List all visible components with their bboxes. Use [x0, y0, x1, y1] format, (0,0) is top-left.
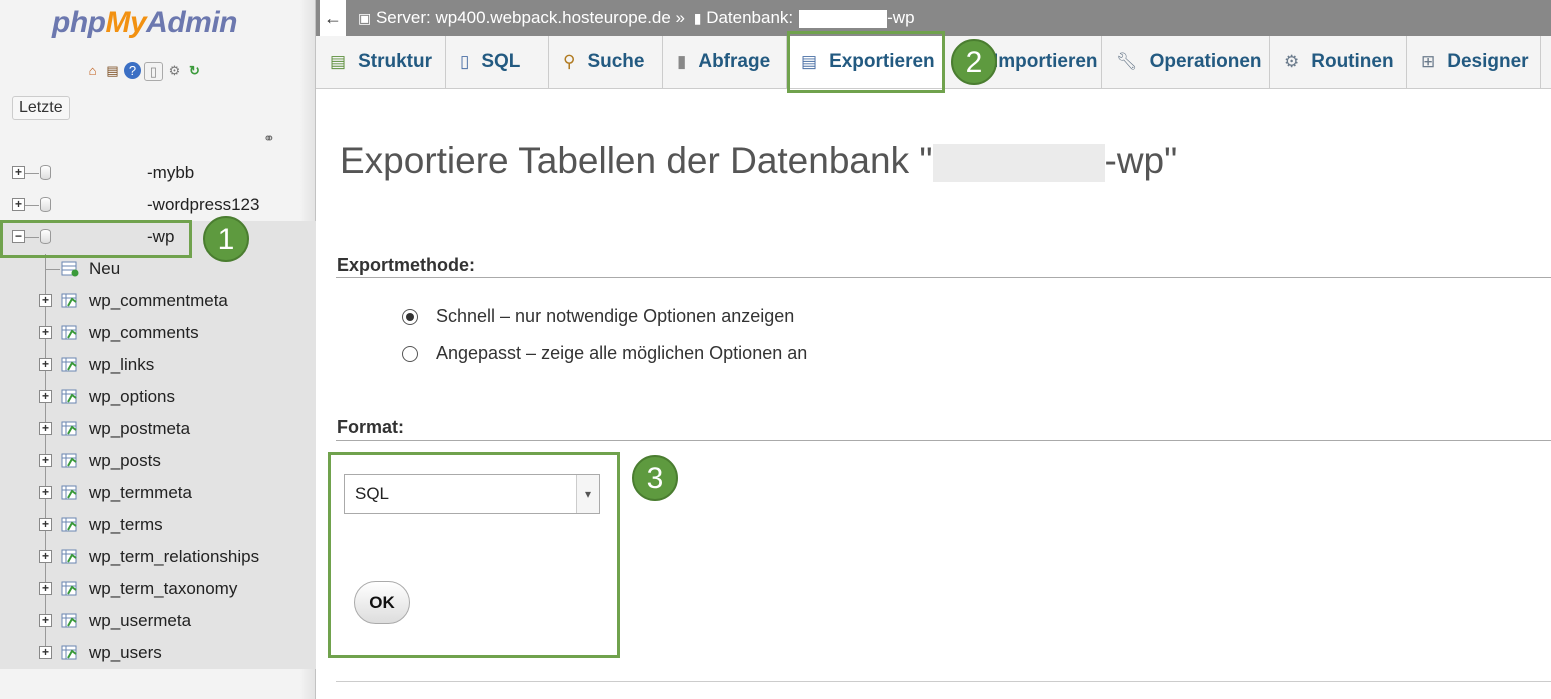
back-arrow-icon[interactable]: ←: [320, 0, 346, 36]
format-heading: Format:: [337, 417, 404, 437]
breadcrumb-db-suffix[interactable]: -wp: [887, 8, 914, 27]
logout-icon[interactable]: ▤: [104, 62, 121, 79]
tab-sql[interactable]: ▯ SQL: [446, 36, 549, 88]
tab-designer[interactable]: ⊞ Designer: [1407, 36, 1541, 88]
export-method-quick[interactable]: Schnell – nur notwendige Optionen anzeig…: [402, 306, 794, 327]
table-item[interactable]: + wp_comments: [0, 317, 316, 349]
table-item[interactable]: + wp_posts: [0, 445, 316, 477]
expand-icon[interactable]: +: [39, 422, 52, 435]
expand-icon[interactable]: +: [39, 550, 52, 563]
database-item-wordpress123[interactable]: + -wordpress123: [0, 189, 316, 221]
phpmyadmin-logo[interactable]: phpMyAdmin: [52, 6, 237, 40]
settings-gear-icon[interactable]: ⚙: [166, 62, 183, 79]
help-icon[interactable]: ?: [124, 62, 141, 79]
table-item[interactable]: + wp_postmeta: [0, 413, 316, 445]
designer-icon: ⊞: [1421, 52, 1436, 71]
table-item[interactable]: + wp_users: [0, 637, 316, 669]
expand-icon[interactable]: +: [39, 390, 52, 403]
expand-icon[interactable]: +: [39, 358, 52, 371]
table-icon: [61, 549, 77, 564]
export-method-custom[interactable]: Angepasst – zeige alle möglichen Optione…: [402, 343, 807, 364]
database-icon: ▮: [693, 10, 702, 26]
tab-routinen[interactable]: ⚙ Routinen: [1270, 36, 1407, 88]
breadcrumb-database[interactable]: Datenbank:: [706, 8, 793, 27]
tab-struktur[interactable]: ▤ Struktur: [316, 36, 446, 88]
step-badge-1: 1: [203, 216, 249, 262]
expand-icon[interactable]: +: [39, 614, 52, 627]
table-icon: [61, 325, 77, 340]
table-icon: [61, 421, 77, 436]
server-icon: ▣: [358, 10, 372, 26]
query-icon: ▮: [677, 52, 687, 71]
table-item[interactable]: + wp_options: [0, 381, 316, 413]
step-badge-2: 2: [951, 39, 997, 85]
recent-tables-button[interactable]: Letzte: [12, 96, 70, 120]
divider: [336, 681, 1551, 682]
table-icon: [61, 453, 77, 468]
navigation-sidebar: phpMyAdmin ⌂ ▤ ? ▯ ⚙ ↻ Letzte ⚭ + -mybb …: [0, 0, 316, 699]
expand-icon[interactable]: +: [12, 166, 25, 179]
database-item-mybb[interactable]: + -mybb: [0, 157, 316, 189]
table-item[interactable]: + wp_links: [0, 349, 316, 381]
table-item[interactable]: + wp_usermeta: [0, 605, 316, 637]
page-title: Exportiere Tabellen der Datenbank " -wp": [340, 140, 1178, 183]
redacted-name: [58, 196, 146, 214]
structure-icon: ▤: [330, 52, 347, 71]
tab-operationen[interactable]: 🔧︎ Operationen: [1102, 36, 1270, 88]
tab-abfrage[interactable]: ▮ Abfrage: [663, 36, 787, 88]
radio-quick[interactable]: [402, 308, 418, 325]
highlight-database-wp: [0, 220, 192, 258]
table-icon: [61, 645, 77, 660]
table-item[interactable]: + wp_term_relationships: [0, 541, 316, 573]
expand-icon[interactable]: +: [39, 582, 52, 595]
table-item[interactable]: + wp_termmeta: [0, 477, 316, 509]
table-icon: [61, 581, 77, 596]
docs-icon[interactable]: ▯: [144, 62, 163, 81]
sql-icon: ▯: [460, 52, 470, 71]
expand-icon[interactable]: +: [39, 646, 52, 659]
table-icon: [61, 389, 77, 404]
table-item[interactable]: + wp_terms: [0, 509, 316, 541]
table-icon: [61, 293, 77, 308]
redacted-name: [799, 9, 888, 28]
table-icon: [61, 357, 77, 372]
table-item[interactable]: + wp_term_taxonomy: [0, 573, 316, 605]
breadcrumb-server[interactable]: Server: wp400.webpack.hosteurope.de »: [376, 8, 685, 27]
sidebar-toolbar: ⌂ ▤ ? ▯ ⚙ ↻: [84, 62, 203, 81]
divider: [336, 277, 1551, 278]
new-table-icon: [61, 261, 79, 277]
table-icon: [61, 517, 77, 532]
search-icon: ⚲: [563, 52, 576, 71]
table-icon: [61, 613, 77, 628]
table-icon: [61, 485, 77, 500]
export-method-heading: Exportmethode:: [337, 255, 476, 275]
wrench-icon: 🔧︎: [1116, 52, 1138, 71]
tab-suche[interactable]: ⚲ Suche: [549, 36, 663, 88]
expand-icon[interactable]: +: [39, 486, 52, 499]
highlight-format-area: [328, 452, 620, 658]
expand-icon[interactable]: +: [39, 294, 52, 307]
expand-icon[interactable]: +: [12, 198, 25, 211]
routines-icon: ⚙: [1284, 52, 1300, 71]
table-item[interactable]: + wp_commentmeta: [0, 285, 316, 317]
highlight-export-tab: [787, 31, 945, 93]
home-icon[interactable]: ⌂: [84, 62, 101, 79]
database-icon: [40, 165, 51, 180]
expand-icon[interactable]: +: [39, 454, 52, 467]
redacted-name: [58, 164, 146, 182]
database-icon: [40, 197, 51, 212]
radio-custom[interactable]: [402, 345, 418, 362]
link-with-main-panel-icon[interactable]: ⚭: [263, 130, 275, 147]
expand-icon[interactable]: +: [39, 326, 52, 339]
redacted-name: [932, 144, 1105, 183]
divider: [336, 440, 1551, 441]
reload-icon[interactable]: ↻: [186, 62, 203, 79]
step-badge-3: 3: [632, 455, 678, 501]
expand-icon[interactable]: +: [39, 518, 52, 531]
